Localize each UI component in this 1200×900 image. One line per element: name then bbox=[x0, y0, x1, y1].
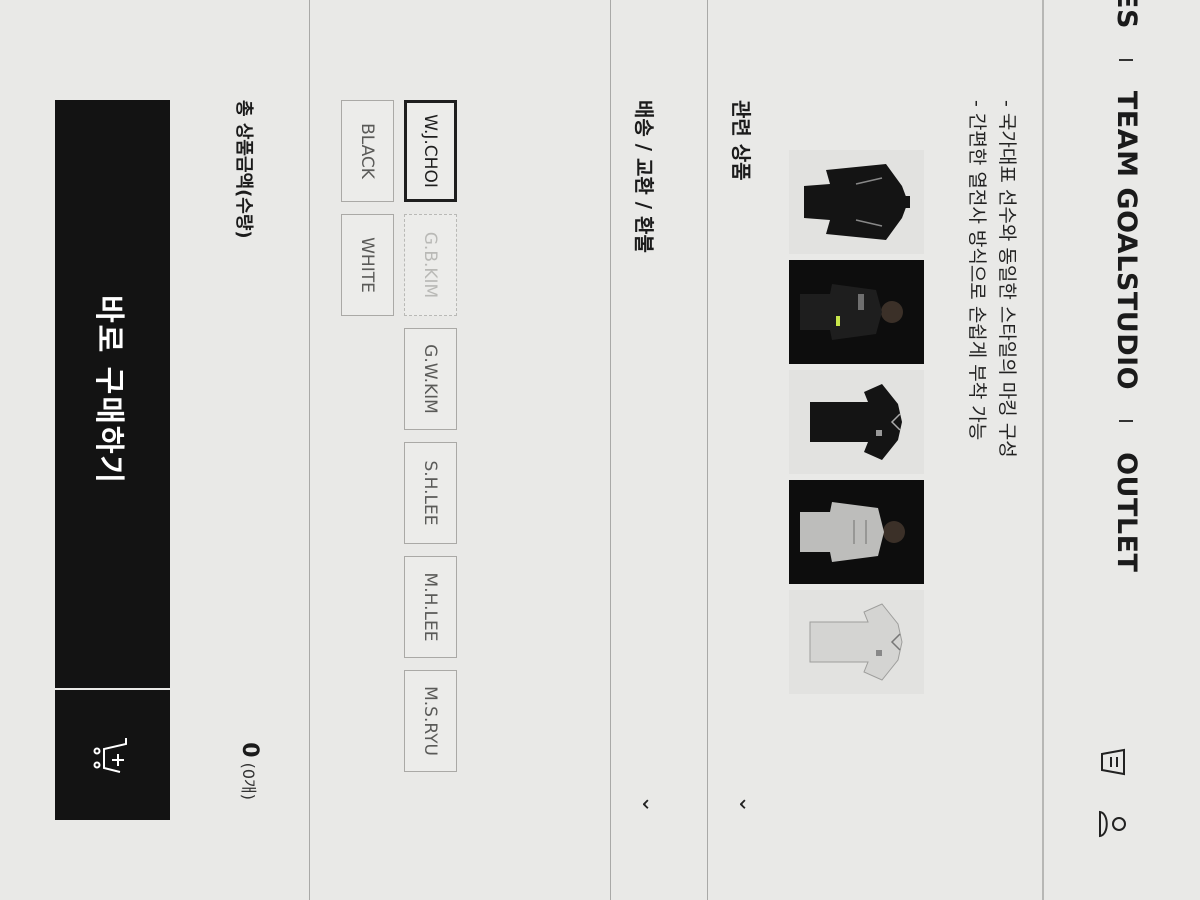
total-amount: 0 (0개) bbox=[237, 742, 262, 800]
feature-list: - 국가대표 선수와 동일한 스타일의 마킹 구성 - 간편한 열전사 방식으로… bbox=[962, 100, 1022, 458]
cart-add-icon bbox=[94, 738, 128, 773]
header-divider bbox=[1042, 0, 1044, 900]
option-g-w-kim[interactable]: G.W.KIM bbox=[404, 328, 457, 430]
feature-line: - 국가대표 선수와 동일한 스타일의 마킹 구성 bbox=[996, 100, 1018, 458]
site-header: ES TEAM GOALSTUDIO OUTLET bbox=[1042, 0, 1200, 900]
thumbnail-white-jersey[interactable] bbox=[789, 590, 924, 694]
top-nav: ES TEAM GOALSTUDIO OUTLET bbox=[1111, 0, 1142, 572]
section-title: 관련 상품 bbox=[729, 100, 753, 181]
header-icons bbox=[1092, 745, 1130, 841]
color-options: BLACK WHITE bbox=[341, 100, 394, 800]
related-products-section[interactable]: 관련 상품 ⌄ bbox=[707, 0, 777, 900]
option-s-h-lee[interactable]: S.H.LEE bbox=[404, 442, 457, 544]
option-black[interactable]: BLACK bbox=[341, 100, 394, 202]
chevron-down-icon[interactable]: ⌄ bbox=[734, 795, 759, 813]
option-white[interactable]: WHITE bbox=[341, 214, 394, 316]
thumbnail-black-jersey[interactable] bbox=[789, 370, 924, 474]
total-quantity: (0개) bbox=[239, 762, 258, 800]
nav-separator bbox=[1119, 420, 1134, 423]
nav-item-es[interactable]: ES bbox=[1111, 0, 1142, 29]
section-title: 배송 / 교환 / 환불 bbox=[632, 100, 656, 253]
thumbnail-model-white-jersey[interactable] bbox=[789, 480, 924, 584]
total-label: 총 상품금액(수량) bbox=[233, 100, 254, 239]
buy-now-button[interactable]: 바로 구매하기 bbox=[55, 100, 170, 680]
purchase-bar: 바로 구매하기 bbox=[55, 100, 170, 822]
thumbnail-strip bbox=[789, 150, 924, 694]
nav-separator bbox=[1119, 58, 1134, 61]
options-divider bbox=[309, 0, 310, 900]
option-selector: W.J.CHOI G.B.KIM G.W.KIM S.H.LEE M.H.LEE… bbox=[331, 100, 457, 800]
total-value: 0 bbox=[237, 742, 262, 758]
chevron-down-icon[interactable]: ⌄ bbox=[637, 795, 662, 813]
section-divider bbox=[707, 0, 708, 900]
shipping-returns-section[interactable]: 배송 / 교환 / 환불 ⌄ bbox=[610, 0, 680, 900]
cart-list-icon[interactable] bbox=[1092, 745, 1130, 779]
nav-item-team-goalstudio[interactable]: TEAM GOALSTUDIO bbox=[1111, 91, 1142, 390]
thumbnail-black-jacket[interactable] bbox=[789, 150, 924, 254]
user-icon[interactable] bbox=[1092, 807, 1130, 841]
nav-item-outlet[interactable]: OUTLET bbox=[1111, 452, 1142, 572]
feature-line: - 간편한 열전사 방식으로 손쉽게 부착 가능 bbox=[966, 100, 988, 441]
total-price-row: 총 상품금액(수량) 0 (0개) bbox=[224, 100, 264, 800]
product-page: ES TEAM GOALSTUDIO OUTLET - 국가대표 선수와 동일한… bbox=[0, 0, 1200, 900]
player-options: W.J.CHOI G.B.KIM G.W.KIM S.H.LEE M.H.LEE… bbox=[404, 100, 457, 800]
add-to-cart-button[interactable] bbox=[55, 688, 170, 822]
option-w-j-choi[interactable]: W.J.CHOI bbox=[404, 100, 457, 202]
section-divider bbox=[610, 0, 611, 900]
option-g-b-kim: G.B.KIM bbox=[404, 214, 457, 316]
option-m-s-ryu[interactable]: M.S.RYU bbox=[404, 670, 457, 772]
option-m-h-lee[interactable]: M.H.LEE bbox=[404, 556, 457, 658]
thumbnail-model-black-jersey[interactable] bbox=[789, 260, 924, 364]
